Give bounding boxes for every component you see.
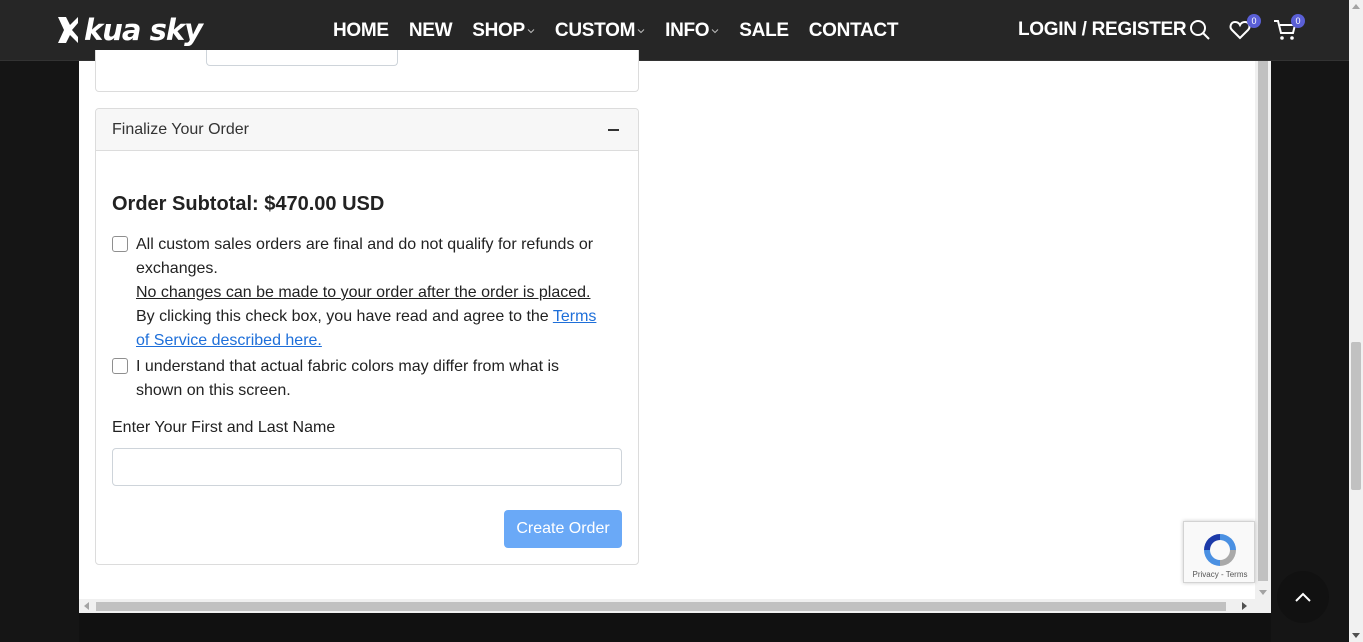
nav-sale-label: SALE — [739, 19, 789, 41]
terms-agreement-row: All custom sales orders are final and do… — [112, 233, 606, 353]
finalize-order-header[interactable]: Finalize Your Order — [96, 109, 638, 151]
finalize-order-title: Finalize Your Order — [112, 121, 249, 138]
scroll-left-arrow-icon[interactable] — [84, 602, 89, 610]
chevron-down-icon — [637, 28, 645, 33]
search-icon[interactable] — [1189, 19, 1213, 43]
nav-contact[interactable]: CONTACT — [808, 19, 899, 42]
recaptcha-separator: - — [1218, 570, 1226, 579]
name-input[interactable] — [112, 448, 622, 486]
order-subtotal: Order Subtotal: $470.00 USD — [112, 193, 385, 215]
nav-info-label: INFO — [665, 19, 710, 41]
chevron-down-icon — [711, 28, 719, 33]
page-scroll-thumb[interactable] — [1351, 342, 1361, 490]
scroll-down-arrow-icon[interactable] — [1259, 590, 1267, 595]
panel-vertical-scrollbar[interactable] — [1255, 61, 1271, 599]
wishlist-button[interactable]: 0 — [1229, 14, 1261, 43]
nav-custom-label: CUSTOM — [554, 19, 636, 41]
page-vertical-scrollbar[interactable] — [1349, 0, 1363, 642]
collapse-icon[interactable] — [608, 129, 619, 131]
terms-checkbox[interactable] — [112, 236, 128, 252]
overlay-right — [1271, 61, 1349, 642]
previous-card-input[interactable] — [206, 50, 398, 66]
chevron-up-icon — [1295, 592, 1311, 602]
chevron-down-icon — [527, 28, 535, 33]
panel-vertical-scroll-thumb[interactable] — [1258, 61, 1268, 581]
panel-horizontal-scroll-thumb[interactable] — [96, 602, 1226, 611]
create-order-button[interactable]: Create Order — [504, 510, 622, 548]
nav-new[interactable]: NEW — [408, 19, 453, 42]
recaptcha-icon — [1204, 534, 1236, 566]
overlay-left — [0, 61, 79, 642]
page-scroll-down-icon[interactable] — [1352, 633, 1360, 638]
logo-text: kua sky — [84, 12, 203, 47]
overlay-bottom — [79, 613, 1271, 642]
terms-text-agree: By clicking this check box, you have rea… — [136, 308, 553, 325]
fabric-colors-row: I understand that actual fabric colors m… — [112, 355, 606, 403]
nav-home[interactable]: HOME — [333, 20, 389, 42]
panel-horizontal-scrollbar[interactable] — [79, 599, 1271, 613]
terms-text-final: All custom sales orders are final and do… — [136, 236, 594, 277]
nav-shop-label: SHOP — [472, 19, 525, 41]
cart-count-badge: 0 — [1291, 14, 1305, 28]
recaptcha-terms-link[interactable]: Terms — [1226, 570, 1248, 579]
cart-button[interactable]: 0 — [1273, 14, 1305, 43]
nav-sale[interactable]: SALE — [739, 19, 789, 42]
logo-mark-icon — [56, 15, 80, 45]
login-register-link[interactable]: LOGIN / REGISTER — [1018, 19, 1187, 41]
finalize-order-card: Finalize Your Order Order Subtotal: $470… — [95, 108, 639, 565]
recaptcha-badge[interactable]: Privacy - Terms — [1183, 521, 1255, 583]
recaptcha-links: Privacy - Terms — [1184, 570, 1256, 579]
nav-shop[interactable]: SHOP — [472, 20, 535, 42]
nav-new-label: NEW — [408, 19, 453, 41]
wishlist-count-badge: 0 — [1247, 14, 1261, 28]
fabric-colors-checkbox[interactable] — [112, 358, 128, 374]
terms-text: All custom sales orders are final and do… — [136, 233, 606, 353]
previous-card-bottom — [95, 50, 639, 92]
recaptcha-privacy-link[interactable]: Privacy — [1193, 570, 1219, 579]
site-logo[interactable]: kua sky — [56, 12, 203, 48]
nav-custom[interactable]: CUSTOM — [555, 20, 645, 42]
terms-text-no-changes: No changes can be made to your order aft… — [136, 284, 591, 301]
name-field-label: Enter Your First and Last Name — [112, 419, 336, 436]
back-to-top-button[interactable] — [1277, 571, 1329, 623]
nav-home-label: HOME — [333, 19, 389, 41]
nav-contact-label: CONTACT — [808, 19, 899, 41]
nav-info[interactable]: INFO — [665, 20, 719, 42]
fabric-colors-text: I understand that actual fabric colors m… — [136, 358, 560, 399]
scroll-right-arrow-icon[interactable] — [1242, 602, 1247, 610]
page-scroll-up-icon[interactable] — [1352, 4, 1360, 9]
